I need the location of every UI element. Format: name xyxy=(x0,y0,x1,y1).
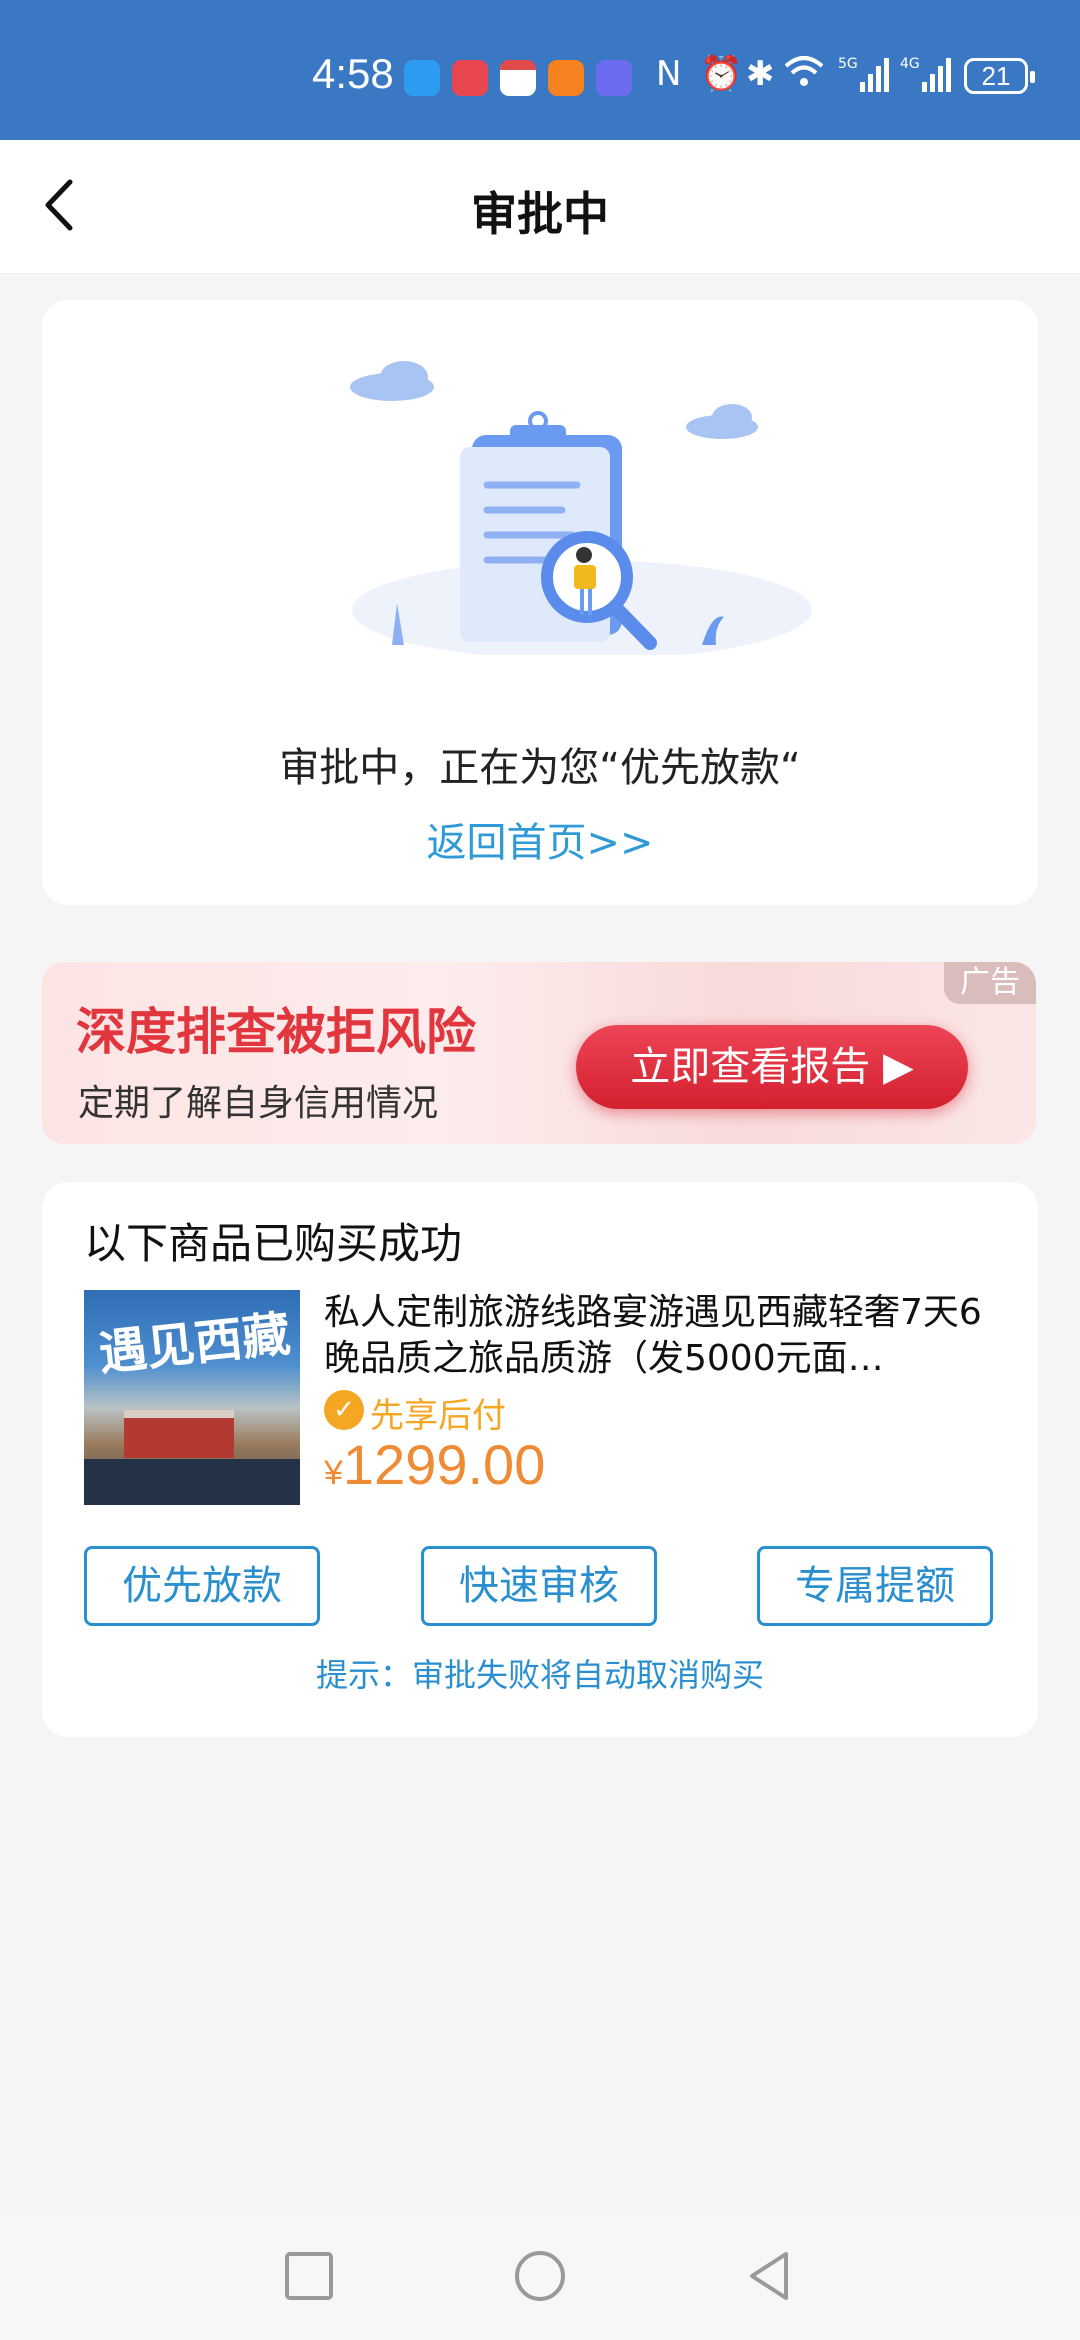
page-title: 审批中 xyxy=(471,187,609,241)
book-app-icon xyxy=(452,60,488,96)
product-title[interactable]: 私人定制旅游线路宴游遇见西藏轻奢7天6晚品质之旅品质游（发5000元面… xyxy=(324,1290,1014,1382)
product-image[interactable]: 遇见西藏 xyxy=(84,1290,300,1505)
palace-graphic xyxy=(124,1410,234,1458)
message-app-icon xyxy=(404,60,440,96)
signal-5g-icon: 5G xyxy=(838,54,890,94)
signal-4g-icon: 4G xyxy=(900,54,952,94)
product-image-strip xyxy=(84,1459,300,1505)
battery-icon: 21 xyxy=(964,58,1035,94)
ad-label-badge: 广告 xyxy=(944,962,1036,1004)
ad-headline: 深度排查被拒风险 xyxy=(76,1003,476,1061)
approval-status-message: 审批中，正在为您“优先放款“ xyxy=(279,745,801,791)
document-search-illustration xyxy=(350,361,812,655)
pay-later-tag: 先享后付 xyxy=(370,1396,506,1436)
svg-text:5G: 5G xyxy=(838,56,858,72)
price-value: 1299.00 xyxy=(342,1433,546,1496)
bluetooth-icon: ✱ xyxy=(746,54,775,94)
view-report-button[interactable]: 立即查看报告 ▶ xyxy=(576,1025,968,1109)
nav-bar: 审批中 xyxy=(0,140,1080,274)
purchase-success-card: 以下商品已购买成功 遇见西藏 私人定制旅游线路宴游遇见西藏轻奢7天6晚品质之旅品… xyxy=(42,1182,1038,1737)
approval-tip: 提示：审批失败将自动取消购买 xyxy=(315,1656,764,1694)
status-time: 4:58 xyxy=(312,50,394,97)
verified-badge-icon: ✓ xyxy=(324,1390,364,1430)
priority-loan-button[interactable]: 优先放款 xyxy=(84,1546,320,1626)
approval-status-card: 审批中，正在为您“优先放款“ 返回首页>> xyxy=(42,300,1038,905)
ad-banner[interactable]: 深度排查被拒风险 定期了解自身信用情况 立即查看报告 ▶ 广告 xyxy=(42,962,1036,1144)
system-navigation-bar xyxy=(0,2213,1080,2340)
recents-button[interactable] xyxy=(281,2248,337,2304)
wifi-icon xyxy=(784,54,824,94)
purchase-card-title: 以下商品已购买成功 xyxy=(84,1219,463,1268)
nfc-icon: N xyxy=(656,54,682,94)
price-currency: ¥ xyxy=(324,1454,343,1492)
fast-review-button[interactable]: 快速审核 xyxy=(421,1546,657,1626)
product-price: ¥1299.00 xyxy=(324,1432,545,1497)
product-image-text: 遇见西藏 xyxy=(96,1306,293,1382)
svg-text:4G: 4G xyxy=(900,56,920,72)
back-nav-button[interactable] xyxy=(742,2248,798,2304)
home-button[interactable] xyxy=(512,2248,568,2304)
status-bar: 4:58 N ⏰ ✱ 5G 4G 21 xyxy=(0,0,1080,140)
taobao-app-icon xyxy=(548,60,584,96)
music-app-icon xyxy=(596,60,632,96)
exclusive-limit-button[interactable]: 专属提额 xyxy=(757,1546,993,1626)
alarm-icon: ⏰ xyxy=(700,54,743,94)
calendar-app-icon xyxy=(500,60,536,96)
return-home-link[interactable]: 返回首页>> xyxy=(42,810,1038,868)
ad-subtitle: 定期了解自身信用情况 xyxy=(78,1083,439,1124)
